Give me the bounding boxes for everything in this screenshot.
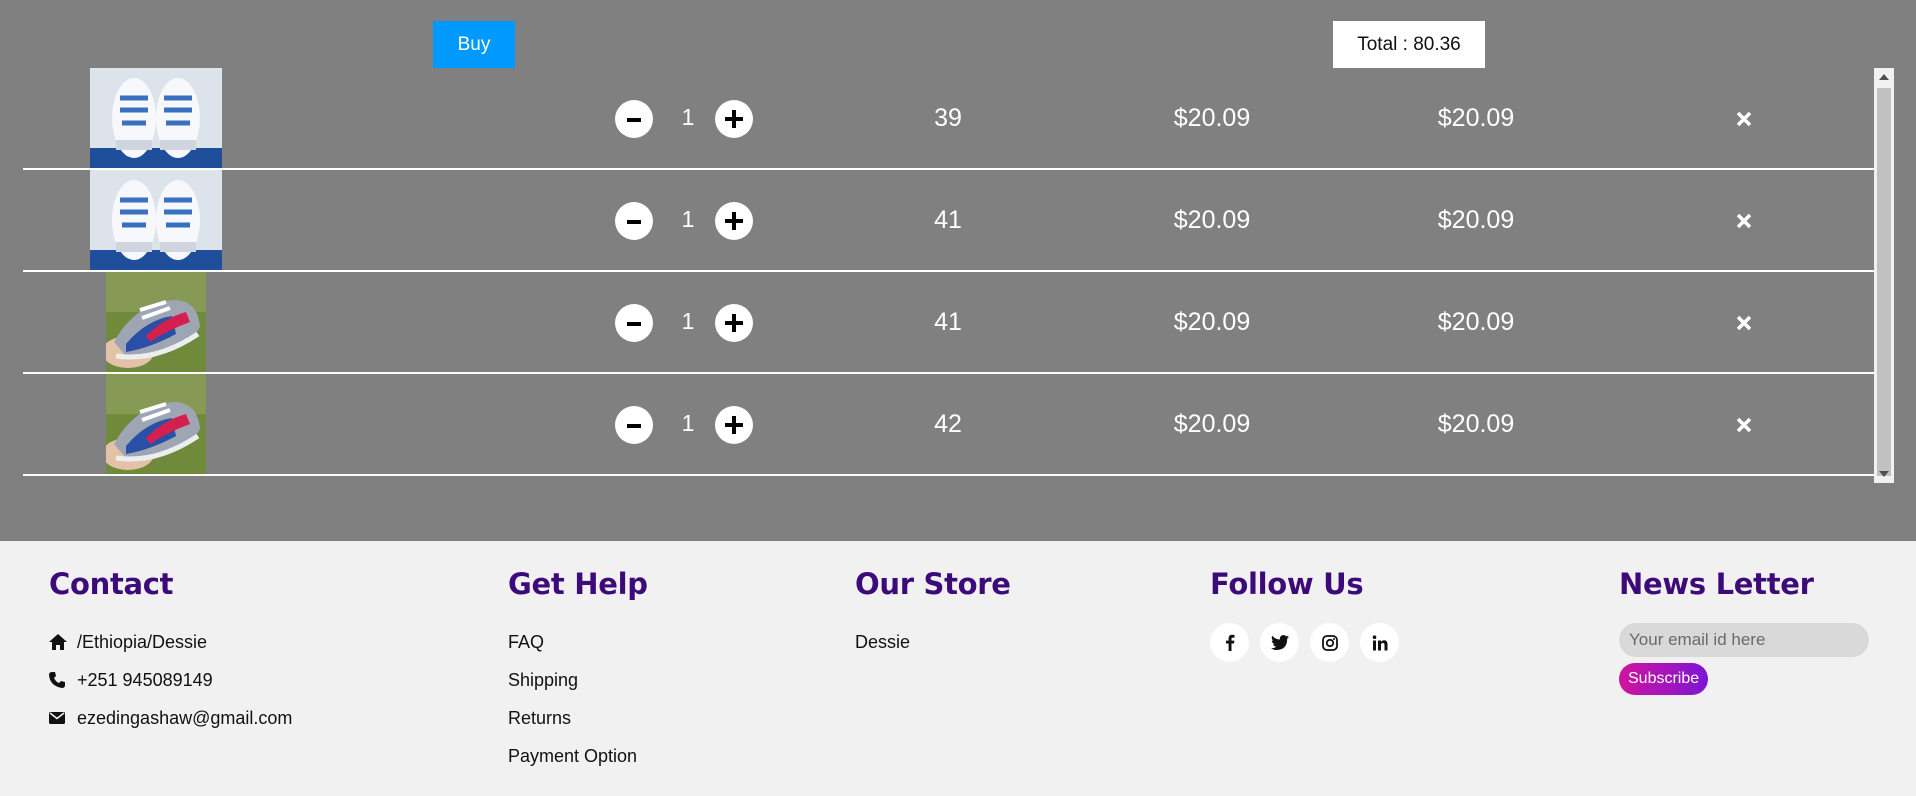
decrease-quantity-button[interactable] (615, 406, 653, 444)
buy-button[interactable]: Buy (433, 21, 515, 68)
remove-item-button[interactable] (1729, 104, 1759, 134)
remove-item-button[interactable] (1729, 410, 1759, 440)
newsletter-email-input[interactable] (1619, 623, 1869, 657)
product-image-white-blue-sneaker (90, 68, 222, 168)
decrease-quantity-button[interactable] (615, 202, 653, 240)
follow-heading: Follow Us (1210, 567, 1364, 601)
plus-icon (725, 314, 743, 332)
help-link-returns[interactable]: Returns (508, 699, 648, 737)
phone-text: +251 945089149 (77, 669, 213, 690)
product-image-white-blue-sneaker (90, 170, 222, 270)
help-column: Get Help FAQ Shipping Returns Payment Op… (508, 567, 648, 775)
quantity-value: 1 (681, 104, 695, 130)
minus-icon (627, 220, 641, 224)
item-subtotal: $20.09 (1437, 308, 1515, 336)
quantity-value: 1 (681, 206, 695, 232)
scrollbar-thumb[interactable] (1877, 88, 1891, 476)
increase-quantity-button[interactable] (715, 100, 753, 138)
cart-items-list[interactable]: 1 39 $20.09 $20.09 1 41 $20.09 $20.09 1 … (23, 68, 1875, 483)
help-link-shipping[interactable]: Shipping (508, 661, 648, 699)
minus-icon (627, 118, 641, 122)
close-icon (1736, 213, 1752, 229)
item-size: 41 (934, 206, 962, 234)
quantity-value: 1 (681, 308, 695, 334)
product-image-blue-grey-red-low-top-sneaker (106, 374, 206, 474)
contact-heading: Contact (49, 567, 174, 601)
cart-row: 1 42 $20.09 $20.09 (23, 374, 1875, 476)
scroll-up-arrow-icon[interactable] (1874, 68, 1894, 86)
cart-total: Total : 80.36 (1333, 21, 1485, 68)
follow-column: Follow Us (1210, 567, 1399, 662)
remove-item-button[interactable] (1729, 308, 1759, 338)
social-links (1210, 623, 1399, 662)
decrease-quantity-button[interactable] (615, 100, 653, 138)
contact-email: ezedingashaw@gmail.com (49, 699, 292, 737)
help-link-faq[interactable]: FAQ (508, 623, 648, 661)
plus-icon (725, 110, 743, 128)
newsletter-column: News Letter Subscribe (1619, 567, 1869, 695)
instagram-icon[interactable] (1310, 623, 1349, 662)
item-price: $20.09 (1173, 206, 1251, 234)
increase-quantity-button[interactable] (715, 406, 753, 444)
item-subtotal: $20.09 (1437, 206, 1515, 234)
cart-row: 1 41 $20.09 $20.09 (23, 170, 1875, 272)
contact-phone: +251 945089149 (49, 661, 292, 699)
facebook-icon[interactable] (1210, 623, 1249, 662)
newsletter-heading: News Letter (1619, 567, 1814, 601)
store-location: Dessie (855, 631, 911, 652)
footer: Contact /Ethiopia/Dessie +251 945089149 … (0, 541, 1916, 796)
home-icon (49, 634, 77, 650)
remove-item-button[interactable] (1729, 206, 1759, 236)
linkedin-icon[interactable] (1360, 623, 1399, 662)
increase-quantity-button[interactable] (715, 304, 753, 342)
close-icon (1736, 417, 1752, 433)
contact-column: Contact /Ethiopia/Dessie +251 945089149 … (49, 567, 292, 737)
close-icon (1736, 315, 1752, 331)
address-text: /Ethiopia/Dessie (77, 631, 208, 652)
help-link-payment-option[interactable]: Payment Option (508, 737, 648, 775)
minus-icon (627, 322, 641, 326)
plus-icon (725, 212, 743, 230)
item-price: $20.09 (1173, 410, 1251, 438)
store-column: Our Store Dessie (855, 567, 1011, 661)
increase-quantity-button[interactable] (715, 202, 753, 240)
item-price: $20.09 (1173, 308, 1251, 336)
cart-section: Buy Total : 80.36 1 39 $20.09 $20.09 1 4… (0, 0, 1916, 541)
store-heading: Our Store (855, 567, 1011, 601)
subscribe-button[interactable]: Subscribe (1619, 663, 1709, 695)
phone-icon (49, 672, 77, 688)
help-heading: Get Help (508, 567, 648, 601)
close-icon (1736, 111, 1752, 127)
email-text: ezedingashaw@gmail.com (77, 707, 293, 728)
item-subtotal: $20.09 (1437, 410, 1515, 438)
item-price: $20.09 (1173, 104, 1251, 132)
minus-icon (627, 424, 641, 428)
item-size: 39 (934, 104, 962, 132)
plus-icon (725, 416, 743, 434)
item-size: 42 (934, 410, 962, 438)
contact-address: /Ethiopia/Dessie (49, 623, 292, 661)
envelope-icon (49, 712, 77, 724)
cart-scrollbar[interactable] (1874, 68, 1894, 483)
item-size: 41 (934, 308, 962, 336)
item-subtotal: $20.09 (1437, 104, 1515, 132)
product-image-blue-grey-red-low-top-sneaker (106, 272, 206, 372)
quantity-value: 1 (681, 410, 695, 436)
cart-row: 1 41 $20.09 $20.09 (23, 272, 1875, 374)
decrease-quantity-button[interactable] (615, 304, 653, 342)
scroll-down-arrow-icon[interactable] (1874, 465, 1894, 483)
cart-row: 1 39 $20.09 $20.09 (23, 68, 1875, 170)
twitter-icon[interactable] (1260, 623, 1299, 662)
